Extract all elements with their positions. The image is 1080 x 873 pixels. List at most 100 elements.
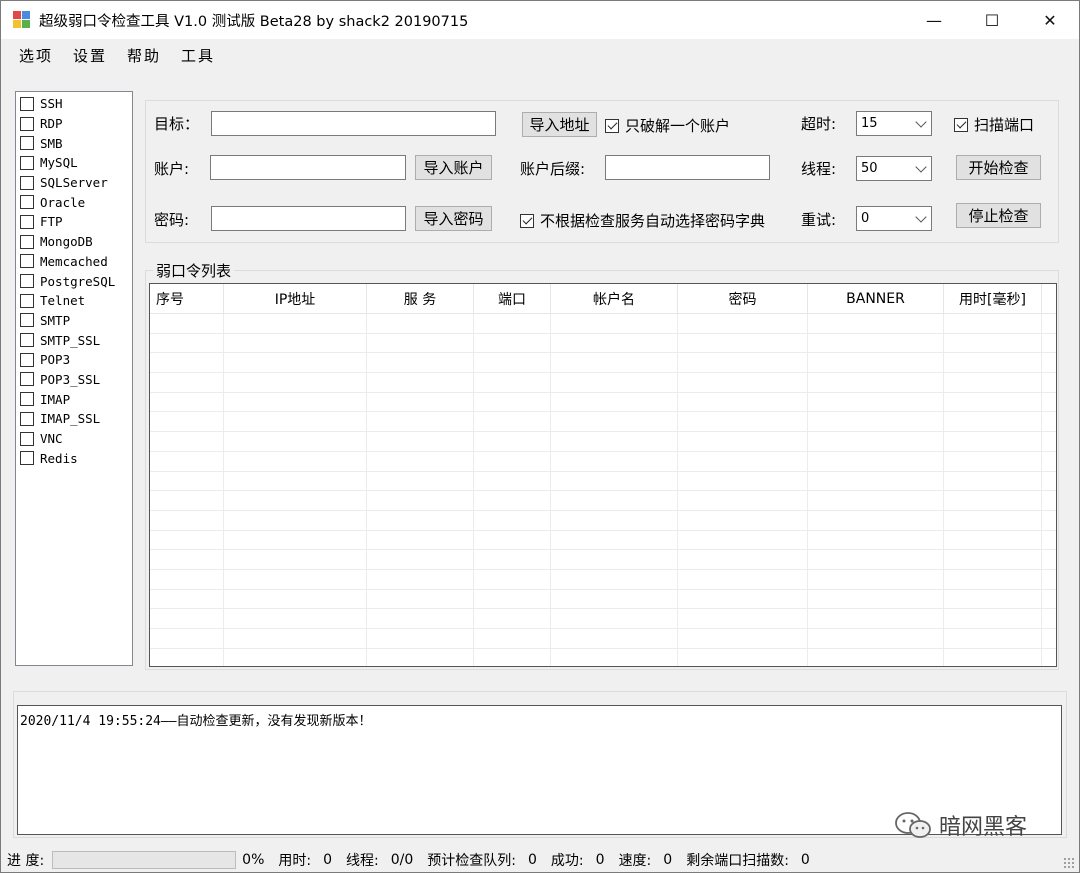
service-checkbox-pop3-ssl[interactable]: POP3_SSL [16, 370, 132, 390]
table-cell [367, 648, 474, 666]
timeout-value: 15 [861, 116, 878, 131]
checkbox-icon [20, 352, 34, 367]
service-checkbox-postgresql[interactable]: PostgreSQL [16, 271, 132, 291]
column-header[interactable]: BANNER [808, 284, 944, 314]
service-checkbox-redis[interactable]: Redis [16, 448, 132, 468]
table-cell [808, 491, 944, 510]
column-header[interactable]: 帐户名 [551, 284, 678, 314]
menu-tools[interactable]: 工具 [171, 45, 225, 66]
results-table[interactable]: 序号 IP地址服 务端口 帐户名 密码 BANNER 用时[毫秒] [149, 283, 1057, 667]
minimize-button[interactable]: — [911, 1, 957, 39]
menu-options[interactable]: 选项 [9, 45, 63, 66]
table-cell [808, 648, 944, 666]
service-checkbox-imap[interactable]: IMAP [16, 389, 132, 409]
table-cell [944, 373, 1042, 392]
password-input[interactable] [211, 206, 406, 231]
table-cell [808, 353, 944, 373]
service-checkbox-imap-ssl[interactable]: IMAP_SSL [16, 409, 132, 429]
table-cell [808, 530, 944, 550]
table-cell [150, 589, 224, 609]
table-cell [808, 392, 944, 412]
service-checkbox-smtp[interactable]: SMTP [16, 311, 132, 331]
column-header[interactable]: 密码 [678, 284, 808, 314]
service-checkbox-vnc[interactable]: VNC [16, 429, 132, 449]
checkbox-icon [20, 136, 34, 151]
service-checkbox-ftp[interactable]: FTP [16, 212, 132, 232]
maximize-icon: ☐ [984, 10, 1000, 30]
table-cell [678, 412, 808, 432]
table-cell [150, 648, 224, 666]
start-check-button[interactable]: 开始检查 [956, 155, 1041, 180]
checkbox-icon [20, 411, 34, 426]
results-group-title: 弱口令列表 [153, 260, 235, 281]
service-checkbox-memcached[interactable]: Memcached [16, 252, 132, 272]
table-cell [224, 491, 367, 510]
service-label: SQLServer [40, 175, 108, 191]
table-cell [678, 629, 808, 648]
column-header[interactable]: 用时[毫秒] [944, 284, 1042, 314]
table-cell [474, 609, 551, 628]
table-cell [474, 550, 551, 569]
table-cell [224, 392, 367, 412]
watermark: 暗网黑客 [893, 809, 1027, 841]
table-cell [678, 550, 808, 569]
service-checkbox-ssh[interactable]: SSH [16, 94, 132, 114]
column-header[interactable]: IP地址 [224, 284, 367, 314]
threads-select[interactable]: 50 [856, 156, 932, 181]
account-suffix-input[interactable] [605, 155, 770, 180]
success-value: 0 [595, 851, 605, 868]
import-account-button[interactable]: 导入账户 [415, 155, 492, 180]
account-input[interactable] [210, 155, 406, 180]
table-row [150, 373, 1056, 393]
column-header[interactable]: 服 务 [367, 284, 474, 314]
close-icon: ✕ [1043, 10, 1057, 30]
checkbox-icon [20, 254, 34, 269]
only-one-account-checkbox[interactable]: 只破解一个账户 [605, 115, 730, 136]
table-cell [224, 589, 367, 609]
service-checkbox-smtp-ssl[interactable]: SMTP_SSL [16, 330, 132, 350]
target-input[interactable] [211, 111, 496, 136]
table-cell [224, 609, 367, 628]
stop-check-button[interactable]: 停止检查 [956, 203, 1041, 228]
table-cell [474, 589, 551, 609]
results-table-body [150, 314, 1056, 666]
table-row [150, 333, 1056, 354]
import-address-button[interactable]: 导入地址 [522, 112, 597, 137]
queue-value: 0 [528, 851, 537, 868]
service-checkbox-mysql[interactable]: MySQL [16, 153, 132, 173]
window-title: 超级弱口令检查工具 V1.0 测试版 Beta28 by shack2 2019… [39, 13, 469, 30]
service-checkbox-pop3[interactable]: POP3 [16, 350, 132, 370]
column-header[interactable]: 端口 [474, 284, 551, 314]
service-checkbox-smb[interactable]: SMB [16, 133, 132, 153]
close-button[interactable]: ✕ [1027, 1, 1073, 39]
maximize-button[interactable]: ☐ [969, 1, 1015, 39]
service-checkbox-sqlserver[interactable]: SQLServer [16, 173, 132, 193]
resize-grip-icon[interactable] [1063, 857, 1075, 869]
table-cell [551, 550, 678, 569]
wechat-icon [895, 812, 931, 838]
menu-settings[interactable]: 设置 [63, 45, 117, 66]
scan-port-checkbox[interactable]: 扫描端口 [954, 114, 1034, 135]
service-checkbox-telnet[interactable]: Telnet [16, 291, 132, 311]
table-cell [808, 432, 944, 451]
timeout-select[interactable]: 15 [856, 111, 932, 136]
threads-value: 50 [861, 161, 878, 176]
table-row [150, 412, 1056, 433]
menu-help[interactable]: 帮助 [117, 45, 171, 66]
table-cell [367, 471, 474, 491]
table-cell [150, 432, 224, 451]
table-cell [551, 373, 678, 392]
auto-dict-checkbox[interactable]: 不根据检查服务自动选择密码字典 [520, 210, 765, 231]
import-password-button[interactable]: 导入密码 [415, 206, 492, 231]
service-checkbox-mongodb[interactable]: MongoDB [16, 232, 132, 252]
password-label: 密码: [154, 211, 190, 229]
retry-select[interactable]: 0 [856, 206, 932, 231]
checkbox-icon [20, 313, 34, 328]
table-cell [678, 510, 808, 530]
table-cell [150, 550, 224, 569]
table-cell [678, 451, 808, 471]
service-checkbox-rdp[interactable]: RDP [16, 114, 132, 134]
table-cell [944, 648, 1042, 666]
service-checkbox-oracle[interactable]: Oracle [16, 192, 132, 212]
column-header[interactable]: 序号 [150, 284, 224, 314]
